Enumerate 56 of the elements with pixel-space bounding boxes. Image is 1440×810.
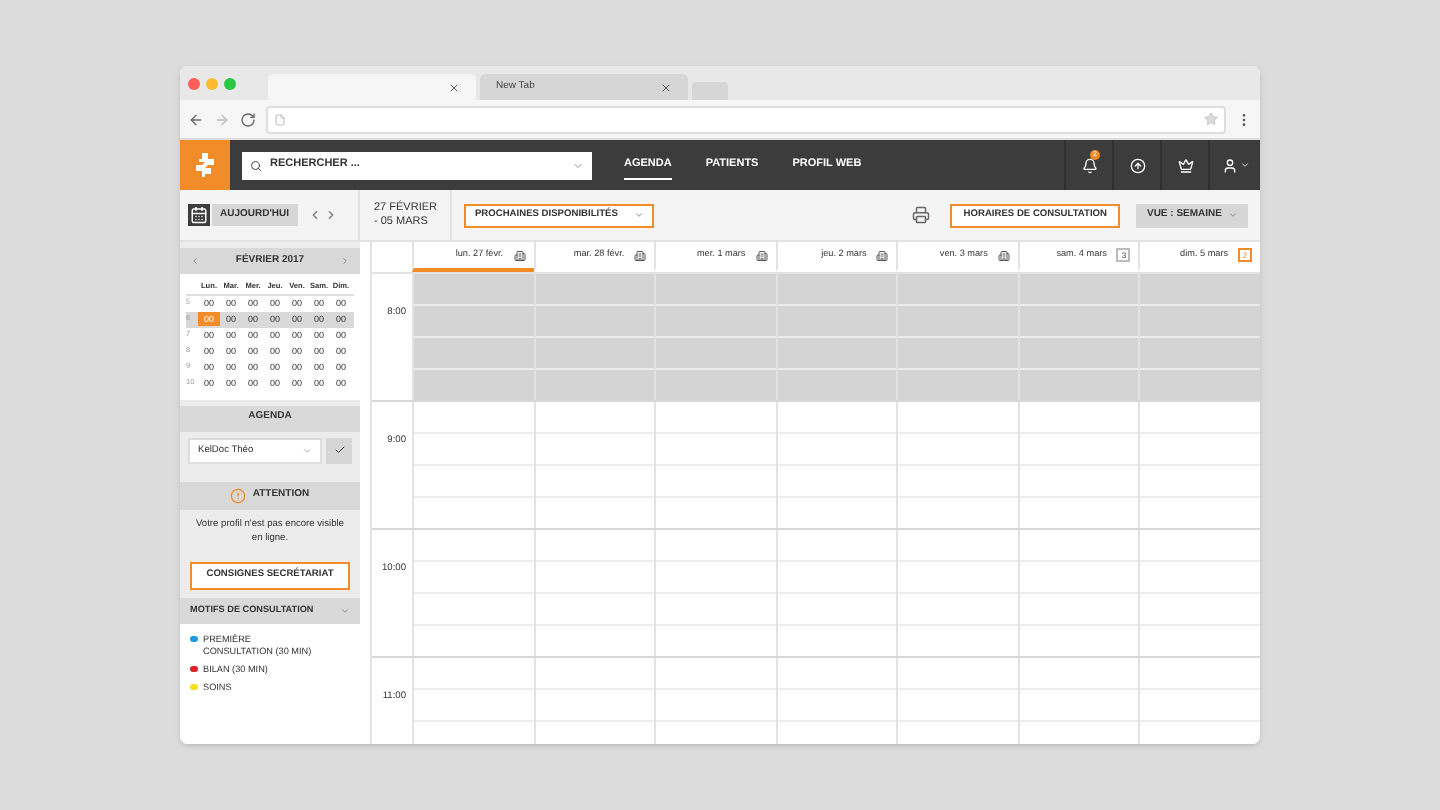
- back-icon[interactable]: [188, 111, 204, 127]
- building-icon: [755, 249, 768, 261]
- time-slot-column[interactable]: [654, 530, 776, 656]
- address-field[interactable]: [266, 105, 1226, 133]
- time-slot-column[interactable]: [1017, 402, 1139, 528]
- time-slot-column[interactable]: [775, 274, 897, 400]
- chevron-icon: [572, 159, 584, 171]
- printer-icon[interactable]: [911, 206, 930, 224]
- chevron-icon: [633, 210, 644, 220]
- time-slot-column[interactable]: [654, 402, 776, 528]
- check-icon: [333, 444, 345, 457]
- chevron-icon: [1228, 210, 1238, 220]
- crown-icon[interactable]: [1177, 157, 1193, 173]
- time-slot-column[interactable]: [775, 402, 897, 528]
- time-slot-column[interactable]: [533, 274, 655, 400]
- warning-icon: [230, 487, 247, 504]
- previous-icon[interactable]: [307, 208, 322, 222]
- chevron-icon: [340, 605, 350, 616]
- time-slot-column[interactable]: [1017, 274, 1139, 400]
- time-slot-column[interactable]: [533, 530, 655, 656]
- next-icon[interactable]: [323, 208, 338, 222]
- forward-icon[interactable]: [214, 111, 230, 127]
- time-slot-column[interactable]: [1017, 530, 1139, 656]
- time-slot-column[interactable]: [654, 274, 776, 400]
- close-icon[interactable]: [448, 81, 460, 93]
- arrow-circle-icon[interactable]: [1129, 157, 1145, 173]
- time-slot-column[interactable]: [896, 402, 1018, 528]
- logo-icon[interactable]: [180, 140, 230, 190]
- chevron-icon: [1239, 160, 1249, 170]
- time-slot-column[interactable]: [412, 530, 534, 656]
- close-icon[interactable]: [660, 81, 672, 93]
- building-icon: [513, 249, 526, 261]
- time-slot-column[interactable]: [412, 274, 534, 400]
- time-slot-column[interactable]: [896, 530, 1018, 656]
- calendar-icon[interactable]: [188, 204, 210, 226]
- next-icon[interactable]: [340, 256, 350, 266]
- new-tab-button[interactable]: [692, 82, 728, 100]
- time-slot-column[interactable]: [1138, 530, 1260, 656]
- reload-icon[interactable]: [240, 111, 256, 127]
- building-icon: [634, 249, 647, 261]
- building-icon: [997, 249, 1010, 261]
- time-slot-column[interactable]: [533, 402, 655, 528]
- bell-icon[interactable]: [1081, 157, 1097, 173]
- time-slot-column[interactable]: [412, 402, 534, 528]
- building-icon: [876, 249, 889, 261]
- search-icon: [250, 159, 262, 171]
- time-slot-column[interactable]: [1138, 274, 1260, 400]
- page-icon: [274, 113, 286, 125]
- time-slot-column[interactable]: [775, 530, 897, 656]
- star-icon[interactable]: [1204, 112, 1218, 126]
- user-icon[interactable]: [1221, 157, 1237, 173]
- time-slot-column[interactable]: [1138, 402, 1260, 528]
- time-slot-column[interactable]: [896, 274, 1018, 400]
- chevron-icon: [302, 445, 312, 456]
- previous-icon[interactable]: [190, 256, 200, 266]
- confirm-button[interactable]: [326, 437, 352, 464]
